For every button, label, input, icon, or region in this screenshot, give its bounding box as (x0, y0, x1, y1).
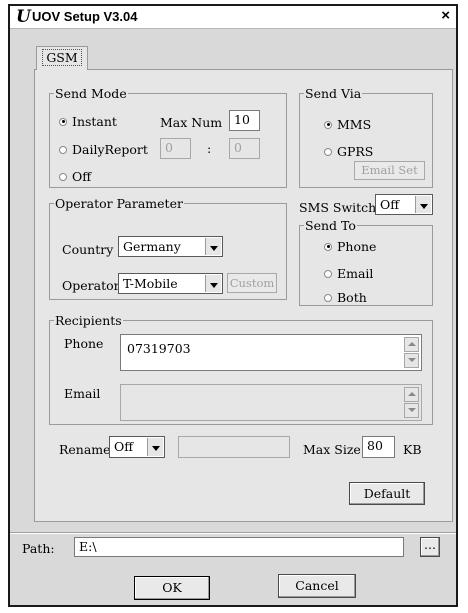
daily-hour-input[interactable]: 0 (160, 138, 191, 159)
max-size-label: Max Size (303, 442, 361, 457)
rename-select[interactable]: Off (109, 436, 165, 458)
send-via-group: Send Via MMS GPRS Email Set (299, 86, 433, 188)
radio-dot-icon (324, 293, 332, 302)
send-to-phone-label: Phone (337, 239, 377, 254)
send-to-both-label: Both (337, 290, 367, 305)
sms-switch-value: Off (380, 197, 400, 212)
radio-dot-icon (324, 120, 332, 129)
close-icon[interactable]: × (441, 7, 450, 24)
max-size-input[interactable]: 80 (362, 436, 395, 458)
tab-gsm[interactable]: GSM (36, 46, 88, 70)
operator-parameter-legend: Operator Parameter (55, 196, 183, 211)
radio-dot-icon (59, 117, 67, 126)
send-to-group: Send To Phone Email Both (299, 218, 433, 306)
title-bar: U UOV Setup V3.04 × (10, 6, 456, 29)
chevron-down-icon (205, 275, 221, 292)
recipients-legend: Recipients (55, 313, 122, 328)
email-scrollbar[interactable] (404, 387, 419, 418)
sms-switch-select[interactable]: Off (375, 194, 433, 215)
send-via-legend: Send Via (305, 86, 362, 101)
path-input[interactable]: E:\ (74, 537, 404, 557)
rename-text-input[interactable] (178, 436, 290, 458)
country-value: Germany (123, 239, 181, 254)
dailyreport-label: DailyReport (72, 142, 148, 157)
max-num-input[interactable]: 10 (229, 110, 260, 131)
radio-dot-icon (324, 242, 332, 251)
mms-label: MMS (337, 117, 372, 132)
tab-gsm-label: GSM (42, 49, 82, 66)
send-to-phone-radio[interactable]: Phone (324, 239, 376, 254)
instant-label: Instant (72, 114, 117, 129)
radio-dot-icon (59, 145, 67, 154)
email-set-button[interactable]: Email Set (354, 161, 425, 180)
path-label: Path: (22, 541, 55, 556)
send-to-legend: Send To (305, 218, 356, 233)
browse-button[interactable]: ... (420, 537, 440, 557)
max-size-unit: KB (403, 442, 422, 457)
recipients-group: Recipients Phone 07319703 Email (49, 313, 433, 425)
recipients-phone-textarea[interactable]: 07319703 (120, 334, 422, 371)
setup-dialog: U UOV Setup V3.04 × GSM Send Mode Instan… (8, 4, 458, 607)
operator-select[interactable]: T-Mobile (118, 273, 223, 294)
radio-dot-icon (324, 147, 332, 156)
default-button[interactable]: Default (349, 482, 425, 505)
recipients-phone-label: Phone (64, 336, 104, 351)
country-label: Country (62, 242, 114, 257)
send-via-mms-radio[interactable]: MMS (324, 117, 371, 132)
scroll-up-icon[interactable] (404, 337, 419, 352)
rename-value: Off (114, 439, 134, 454)
chevron-down-icon (415, 196, 431, 213)
radio-dot-icon (324, 269, 332, 278)
cancel-button[interactable]: Cancel (278, 574, 356, 598)
recipients-email-label: Email (64, 386, 101, 401)
gprs-label: GPRS (337, 144, 374, 159)
chevron-down-icon (147, 438, 163, 456)
recipients-email-textarea[interactable] (120, 384, 422, 421)
send-mode-dailyreport-radio[interactable]: DailyReport (59, 142, 148, 157)
custom-button[interactable]: Custom (227, 273, 277, 293)
send-mode-off-radio[interactable]: Off (59, 169, 91, 184)
send-to-both-radio[interactable]: Both (324, 290, 367, 305)
sms-switch-label: SMS Switch (299, 200, 377, 215)
scroll-up-icon[interactable] (404, 387, 419, 402)
scroll-down-icon[interactable] (404, 403, 419, 418)
radio-dot-icon (59, 172, 67, 181)
ok-button[interactable]: OK (134, 576, 210, 600)
gsm-panel: Send Mode Instant Max Num 10 DailyReport… (34, 69, 453, 522)
country-select[interactable]: Germany (118, 236, 223, 257)
send-via-gprs-radio[interactable]: GPRS (324, 144, 373, 159)
operator-parameter-group: Operator Parameter Country Germany Opera… (49, 196, 287, 300)
time-separator: : (207, 141, 212, 156)
operator-value: T-Mobile (123, 276, 178, 291)
send-mode-instant-radio[interactable]: Instant (59, 114, 117, 129)
chevron-down-icon (205, 238, 221, 255)
off-label: Off (72, 169, 92, 184)
phone-scrollbar[interactable] (404, 337, 419, 368)
send-mode-legend: Send Mode (55, 86, 127, 101)
window-title: UOV Setup V3.04 (32, 9, 138, 24)
rename-label: Rename (59, 442, 111, 457)
separator (10, 532, 456, 534)
scroll-down-icon[interactable] (404, 353, 419, 368)
max-num-label: Max Num (160, 115, 223, 130)
send-mode-group: Send Mode Instant Max Num 10 DailyReport… (49, 86, 287, 188)
recipients-phone-value: 07319703 (127, 341, 191, 356)
send-to-email-label: Email (337, 266, 374, 281)
send-to-email-radio[interactable]: Email (324, 266, 373, 281)
daily-minute-input[interactable]: 0 (229, 138, 260, 159)
operator-label: Operator (62, 278, 120, 293)
uov-logo-icon: U (16, 7, 31, 27)
